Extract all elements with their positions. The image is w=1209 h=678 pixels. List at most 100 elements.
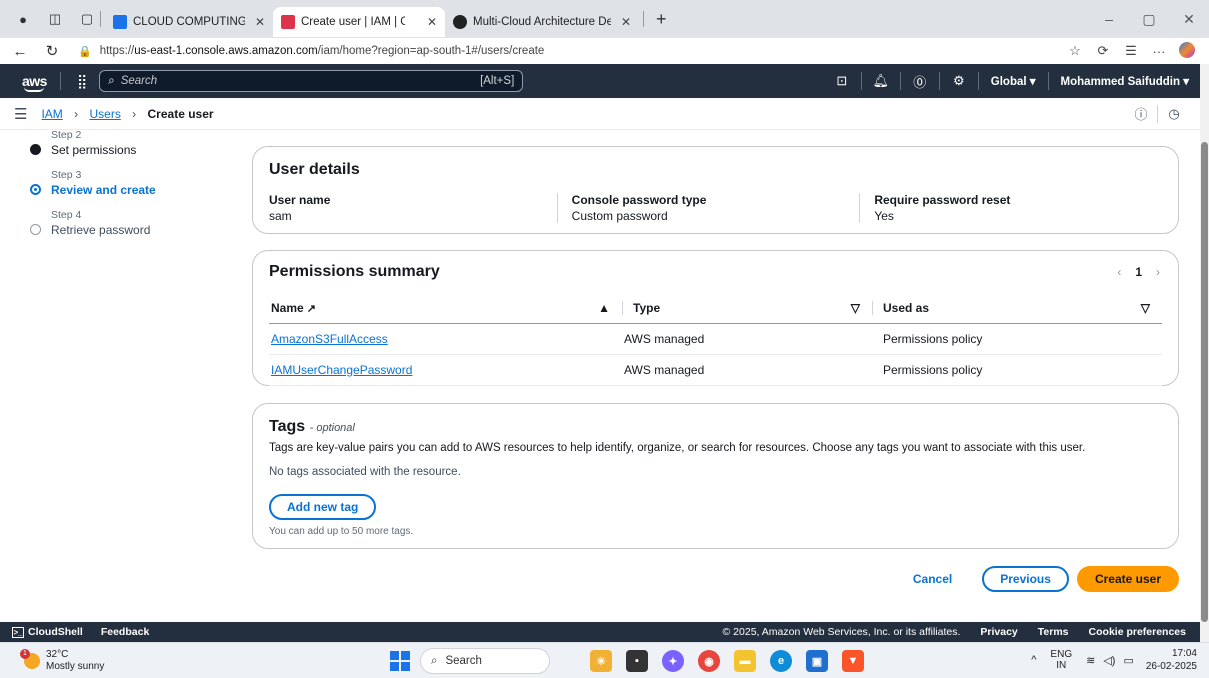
breadcrumb-iam-link[interactable]: IAM <box>41 107 62 121</box>
footer-links: © 2025, Amazon Web Services, Inc. or its… <box>703 626 1186 638</box>
weather-widget[interactable]: 1 32°C Mostly sunny <box>20 649 104 673</box>
refresh-icon[interactable]: ↻ <box>40 42 64 60</box>
search-icon: ⌕ <box>431 654 438 667</box>
volume-icon[interactable]: ◁) <box>1103 654 1115 667</box>
cancel-button[interactable]: Cancel <box>913 572 952 586</box>
new-tab-plus-icon[interactable]: + <box>656 9 667 30</box>
close-tab-icon[interactable]: ✕ <box>255 15 265 29</box>
step-set-permissions[interactable]: Step 2 Set permissions <box>30 128 230 158</box>
previous-button[interactable]: Previous <box>982 566 1069 592</box>
tab-actions-icon[interactable]: ▢ <box>78 10 96 28</box>
store-icon[interactable]: ▣ <box>806 650 828 672</box>
privacy-link[interactable]: Privacy <box>980 626 1017 638</box>
step-title: Retrieve password <box>51 223 151 237</box>
task-view-icon[interactable]: ▪ <box>626 650 648 672</box>
more-menu-icon[interactable]: ··· <box>1145 44 1173 59</box>
browser-profile-icon[interactable]: ● <box>14 10 32 28</box>
notifications-bell-icon[interactable]: 🔔︎ <box>866 73 896 89</box>
maximize-icon[interactable]: ▢ <box>1129 11 1169 28</box>
services-grid-icon[interactable]: ⣿ <box>77 73 87 90</box>
clock[interactable]: 17:04 26-02-2025 <box>1146 647 1197 673</box>
url-field[interactable]: 🔒 https://us-east-1.console.aws.amazon.c… <box>74 40 1061 62</box>
tags-heading: Tags - optional <box>269 418 1162 436</box>
policy-link[interactable]: AmazonS3FullAccess <box>269 323 622 355</box>
chatgpt-favicon-icon <box>453 15 467 29</box>
file-explorer-icon[interactable]: ▬ <box>734 650 756 672</box>
taskbar-apps: ⌕ Search ☀ ▪ ✦ ◉ ▬ e ▣ ▼ <box>390 648 864 674</box>
step-review-and-create[interactable]: Step 3 Review and create <box>30 168 230 198</box>
cloudshell-icon[interactable]: ⊡ <box>827 73 857 89</box>
feedback-clock-icon[interactable]: ◷ <box>1160 106 1188 122</box>
brave-icon[interactable]: ▼ <box>842 650 864 672</box>
tab-cloud-computing-pdf[interactable]: CLOUD COMPUTING.pdf - Googl ✕ <box>105 7 273 37</box>
account-menu[interactable]: Mohammed Saifuddin ▾ <box>1053 74 1197 88</box>
side-nav-menu-icon[interactable]: ☰ <box>14 105 27 123</box>
aws-footer: >_ CloudShell Feedback © 2025, Amazon Web… <box>0 622 1200 642</box>
copilot-icon[interactable] <box>1173 41 1201 61</box>
chrome-icon[interactable]: ◉ <box>698 650 720 672</box>
create-user-button[interactable]: Create user <box>1076 566 1179 592</box>
language-indicator[interactable]: ENG IN <box>1050 649 1072 671</box>
sort-ascending-icon[interactable]: ▲ <box>598 301 610 315</box>
info-icon[interactable]: ⓘ <box>1127 104 1155 123</box>
breadcrumb-users-link[interactable]: Users <box>89 107 120 121</box>
widgets-app-icon[interactable]: ☀ <box>590 650 612 672</box>
copilot-app-icon[interactable]: ✦ <box>662 650 684 672</box>
cloudshell-button[interactable]: >_ CloudShell <box>12 626 83 638</box>
site-info-lock-icon[interactable]: 🔒 <box>78 45 92 58</box>
address-bar-tools: ☆ ⟳ ☰ ··· <box>1061 41 1201 61</box>
tab-create-user-iam[interactable]: Create user | IAM | Global ✕ <box>273 7 445 37</box>
policy-link[interactable]: IAMUserChangePassword <box>269 354 622 386</box>
minimize-icon[interactable]: – <box>1089 11 1129 27</box>
workspaces-icon[interactable]: ◫ <box>46 10 64 28</box>
battery-icon[interactable]: ▭ <box>1123 654 1133 667</box>
close-window-icon[interactable]: ✕ <box>1169 11 1209 28</box>
window-controls: – ▢ ✕ <box>1089 0 1209 38</box>
taskbar-search[interactable]: ⌕ Search <box>420 648 550 674</box>
nav-separator <box>977 72 979 90</box>
page-scrollbar[interactable] <box>1200 64 1209 642</box>
tab-label: CLOUD COMPUTING.pdf - Googl <box>133 16 245 28</box>
tab-separator <box>100 11 101 27</box>
close-tab-icon[interactable]: ✕ <box>427 15 437 29</box>
favorites-list-icon[interactable]: ☰ <box>1117 43 1145 59</box>
language-code: ENG <box>1050 649 1073 660</box>
tags-title: Tags <box>269 418 306 435</box>
page-number[interactable]: 1 <box>1135 265 1142 279</box>
wizard-steps: Step 2 Set permissions Step 3 Review and… <box>30 128 230 248</box>
feedback-link[interactable]: Feedback <box>101 626 149 638</box>
tab-multi-cloud-architecture[interactable]: Multi-Cloud Architecture Design ✕ <box>445 7 639 37</box>
help-icon[interactable]: ⓪ <box>905 72 935 91</box>
add-new-tag-button[interactable]: Add new tag <box>269 494 377 520</box>
close-tab-icon[interactable]: ✕ <box>621 15 631 29</box>
aws-logo[interactable]: aws <box>22 73 48 92</box>
wizard-actions: Cancel Previous Create user <box>913 566 1179 592</box>
settings-gear-icon[interactable]: ⚙ <box>944 73 974 89</box>
favorite-star-icon[interactable]: ☆ <box>1061 43 1089 59</box>
split-screen-icon[interactable]: ⟳ <box>1089 43 1117 59</box>
chevron-right-icon: › <box>74 106 79 121</box>
back-arrow-icon[interactable]: ← <box>8 43 32 60</box>
sort-icon[interactable]: ▽ <box>1141 301 1150 315</box>
cloudshell-label: CloudShell <box>28 626 83 638</box>
column-header-used-as[interactable]: Used as ▽ <box>872 293 1162 324</box>
scrollbar-thumb[interactable] <box>1201 142 1208 622</box>
show-hidden-icons-chevron-icon[interactable]: ^ <box>1031 654 1036 666</box>
terms-link[interactable]: Terms <box>1038 626 1069 638</box>
wifi-icon[interactable]: ≋ <box>1086 654 1095 667</box>
sort-icon[interactable]: ▽ <box>851 301 860 315</box>
nav-separator <box>860 72 862 90</box>
column-header-name[interactable]: Name ↗ ▲ <box>269 293 622 324</box>
policy-type-text: AWS managed <box>624 362 705 377</box>
edge-icon[interactable]: e <box>770 650 792 672</box>
windows-start-icon[interactable] <box>390 651 410 671</box>
column-header-type[interactable]: Type ▽ <box>622 293 872 324</box>
next-page-icon[interactable]: › <box>1156 265 1160 279</box>
aws-search-input[interactable]: ⌕ Search [Alt+S] <box>99 70 524 92</box>
field-user-name: User name sam <box>269 193 557 223</box>
nav-separator <box>1047 72 1049 90</box>
policy-used-as: Permissions policy <box>872 354 1162 386</box>
region-selector[interactable]: Global ▾ <box>983 74 1044 88</box>
cookie-preferences-link[interactable]: Cookie preferences <box>1089 626 1186 638</box>
previous-page-icon[interactable]: ‹ <box>1117 265 1121 279</box>
